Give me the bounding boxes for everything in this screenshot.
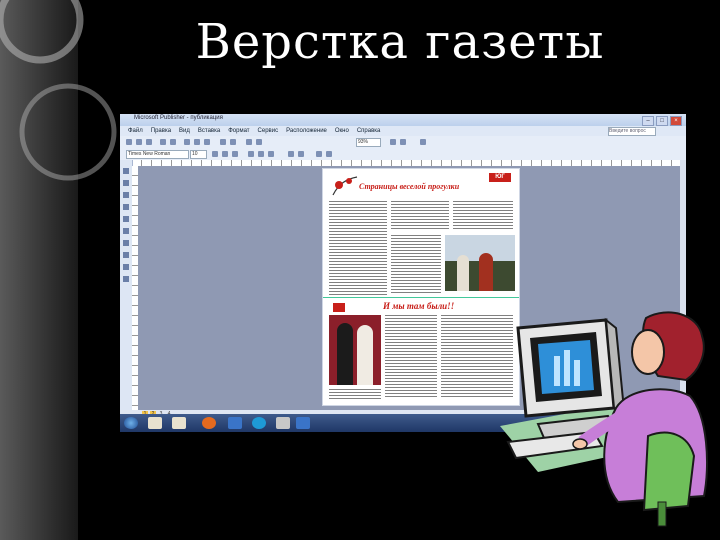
minimize-button[interactable]: – <box>642 116 654 126</box>
table-icon[interactable] <box>246 139 252 145</box>
publisher-icon[interactable] <box>296 417 310 429</box>
oval-tool-icon[interactable] <box>123 252 129 258</box>
flower-illustration <box>332 176 358 196</box>
folder-icon[interactable] <box>148 417 162 429</box>
save-icon[interactable] <box>146 139 152 145</box>
maximize-button[interactable]: □ <box>656 116 668 126</box>
menu-file[interactable]: Файл <box>128 126 143 136</box>
text-column <box>385 315 437 397</box>
table-tool-icon[interactable] <box>123 192 129 198</box>
fill-color-icon[interactable] <box>326 151 332 157</box>
text-tool-icon[interactable] <box>123 180 129 186</box>
redo-icon[interactable] <box>230 139 236 145</box>
window-controls: – □ × <box>642 116 682 126</box>
new-icon[interactable] <box>126 139 132 145</box>
font-field[interactable]: Times New Roman <box>126 150 189 159</box>
shapes-tool-icon[interactable] <box>123 276 129 282</box>
preview-icon[interactable] <box>170 139 176 145</box>
zoom-out-icon[interactable] <box>390 139 396 145</box>
menu-format[interactable]: Формат <box>228 126 249 136</box>
help-icon[interactable] <box>420 139 426 145</box>
menu-view[interactable]: Вид <box>179 126 190 136</box>
newspaper-page[interactable]: ЮГ Страницы веселой прогулки И мы там бы… <box>322 168 520 406</box>
decorative-rings <box>0 0 117 181</box>
cut-icon[interactable] <box>184 139 190 145</box>
window-titlebar: Microsoft Publisher - публикация – □ × <box>120 114 686 126</box>
menu-help[interactable]: Справка <box>357 126 381 136</box>
arrow-tool-icon[interactable] <box>123 240 129 246</box>
italic-icon[interactable] <box>222 151 228 157</box>
page-heading-top: Страницы веселой прогулки <box>359 182 460 191</box>
align-left-icon[interactable] <box>248 151 254 157</box>
menu-window[interactable]: Окно <box>335 126 349 136</box>
word-icon[interactable] <box>228 417 242 429</box>
picture-icon[interactable] <box>256 139 262 145</box>
menu-arrange[interactable]: Расположение <box>286 126 327 136</box>
photo-girls <box>445 235 515 291</box>
mail-icon[interactable] <box>276 417 290 429</box>
underline-icon[interactable] <box>232 151 238 157</box>
rectangle-tool-icon[interactable] <box>123 264 129 270</box>
page-heading-bottom: И мы там были!! <box>383 301 455 311</box>
indent-icon[interactable] <box>298 151 304 157</box>
firefox-icon[interactable] <box>202 417 216 429</box>
paste-icon[interactable] <box>204 139 210 145</box>
zoom-field[interactable]: 93% <box>356 138 381 147</box>
text-column <box>453 201 513 231</box>
list-icon[interactable] <box>288 151 294 157</box>
text-column <box>329 201 387 295</box>
menu-tools[interactable]: Сервис <box>258 126 279 136</box>
bold-icon[interactable] <box>212 151 218 157</box>
print-icon[interactable] <box>160 139 166 145</box>
menu-insert[interactable]: Вставка <box>198 126 220 136</box>
select-tool-icon[interactable] <box>123 168 129 174</box>
size-field[interactable]: 10 <box>190 150 207 159</box>
picture-tool-icon[interactable] <box>123 216 129 222</box>
menu-bar: Файл Правка Вид Вставка Формат Сервис Ра… <box>120 126 686 136</box>
help-search-input[interactable]: Введите вопрос <box>608 127 656 136</box>
text-column <box>391 235 441 295</box>
start-icon[interactable] <box>124 417 138 429</box>
align-right-icon[interactable] <box>268 151 274 157</box>
slide-title: Верстка газеты <box>195 14 605 70</box>
text-column <box>329 389 381 399</box>
font-color-icon[interactable] <box>316 151 322 157</box>
window-title: Microsoft Publisher - публикация <box>134 115 223 121</box>
page-divider <box>323 297 519 298</box>
open-icon[interactable] <box>136 139 142 145</box>
explorer-icon[interactable] <box>172 417 186 429</box>
computer-user-clipart <box>500 311 708 527</box>
wordart-tool-icon[interactable] <box>123 204 129 210</box>
close-button[interactable]: × <box>670 116 682 126</box>
text-column <box>391 201 449 231</box>
skype-icon[interactable] <box>252 417 266 429</box>
menu-edit[interactable]: Правка <box>151 126 171 136</box>
align-center-icon[interactable] <box>258 151 264 157</box>
newspaper-logo: ЮГ <box>489 173 511 182</box>
undo-icon[interactable] <box>220 139 226 145</box>
photo-award <box>329 315 381 385</box>
zoom-in-icon[interactable] <box>400 139 406 145</box>
copy-icon[interactable] <box>194 139 200 145</box>
section-logo <box>333 303 345 312</box>
line-tool-icon[interactable] <box>123 228 129 234</box>
